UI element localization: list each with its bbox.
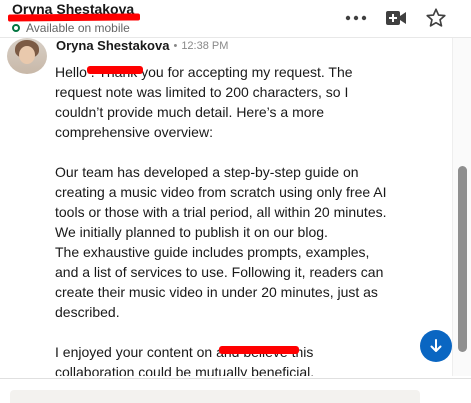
message-thread[interactable]: Oryna Shestakova • 12:38 PM Hello . Than… xyxy=(0,38,452,376)
message-line: comprehensive overview: xyxy=(55,124,213,140)
sender-name[interactable]: Oryna Shestakova xyxy=(56,38,169,53)
online-status-icon xyxy=(12,24,20,32)
arrow-down-icon xyxy=(430,339,442,352)
message-line: and a list of services to use. Following… xyxy=(55,264,384,280)
message-time: 12:38 PM xyxy=(181,39,229,52)
thread-scrollbar[interactable] xyxy=(452,38,471,376)
message-line: Our team has developed a step-by-step gu… xyxy=(55,164,359,180)
message-meta: Oryna Shestakova • 12:38 PM xyxy=(56,38,228,53)
redaction-mark xyxy=(87,66,143,74)
message-line xyxy=(55,322,415,342)
presence-status: Available on mobile xyxy=(12,21,130,35)
message-composer xyxy=(0,378,471,403)
jump-to-latest-button[interactable] xyxy=(420,330,452,362)
message-line: request note was limited to 200 characte… xyxy=(55,84,349,100)
meta-separator: • xyxy=(173,39,178,52)
message-line: tools or those with a trial period, all … xyxy=(55,204,387,220)
message-input[interactable] xyxy=(10,390,420,403)
message-body: Hello . Thank you for accepting my reque… xyxy=(55,62,415,376)
conversation-header: Oryna Shestakova Available on mobile xyxy=(0,0,471,38)
status-text: Available on mobile xyxy=(26,21,130,35)
video-call-icon[interactable] xyxy=(383,6,409,30)
message-line: We initially planned to publish it on ou… xyxy=(55,224,328,240)
message-line: The exhaustive guide includes prompts, e… xyxy=(55,244,370,260)
message-line: create their music video in under 20 min… xyxy=(55,284,378,300)
message-line: creating a music video from scratch usin… xyxy=(55,184,387,200)
message-line: couldn’t provide much detail. Here’s a m… xyxy=(55,104,324,120)
message-line xyxy=(55,142,415,162)
avatar[interactable] xyxy=(7,38,47,74)
header-actions xyxy=(343,6,449,30)
scrollbar-thumb[interactable] xyxy=(458,166,467,352)
avatar-face xyxy=(19,46,35,64)
star-icon[interactable] xyxy=(423,6,449,30)
more-options-icon[interactable] xyxy=(343,6,369,30)
redaction-mark xyxy=(219,346,299,354)
message-line: described. xyxy=(55,304,120,320)
message-line: collaboration could be mutually benefici… xyxy=(55,364,315,376)
